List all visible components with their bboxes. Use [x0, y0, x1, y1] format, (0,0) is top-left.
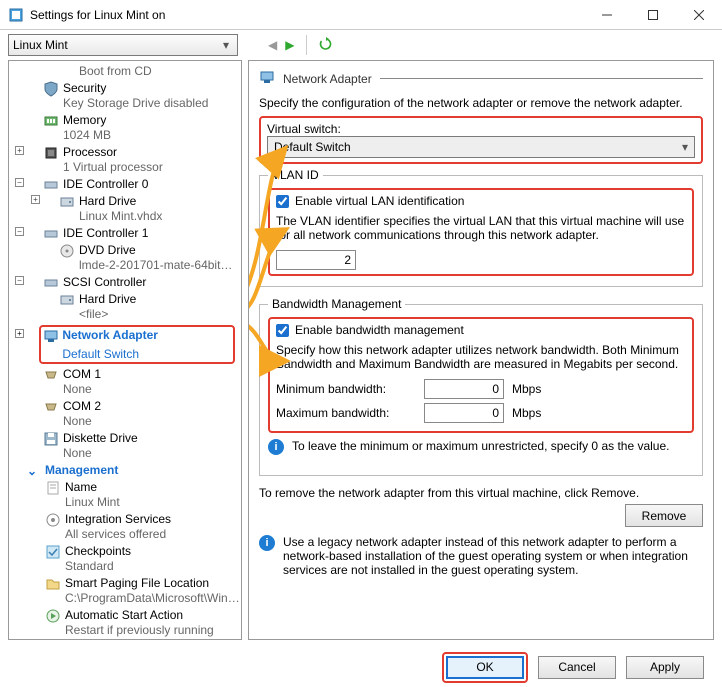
serial-port-icon	[43, 367, 59, 383]
vlan-legend: VLAN ID	[268, 168, 323, 182]
tree-item-com2[interactable]: COM 2 None	[9, 398, 241, 430]
settings-icon	[8, 7, 24, 23]
vlan-desc: The VLAN identifier specifies the virtua…	[276, 214, 686, 242]
tree-item-diskette[interactable]: Diskette Drive None	[9, 430, 241, 462]
info-icon: i	[268, 439, 284, 455]
controller-icon	[43, 226, 59, 242]
legacy-info: Use a legacy network adapter instead of …	[283, 535, 703, 577]
expand-icon[interactable]: +	[31, 195, 40, 204]
virtual-switch-label: Virtual switch:	[267, 122, 695, 136]
collapse-icon[interactable]: −	[15, 276, 24, 285]
shield-icon	[43, 81, 59, 97]
tree-item-memory[interactable]: Memory 1024 MB	[9, 112, 241, 144]
max-bandwidth-input[interactable]	[424, 403, 504, 423]
controller-icon	[43, 275, 59, 291]
cpu-icon	[43, 145, 59, 161]
remove-button[interactable]: Remove	[625, 504, 703, 527]
settings-tree[interactable]: Boot from CD Security Key Storage Drive …	[8, 60, 242, 640]
tree-item-integration[interactable]: Integration Services All services offere…	[9, 511, 241, 543]
vlan-enable-checkbox[interactable]: Enable virtual LAN identification	[276, 194, 686, 208]
tree-section-management[interactable]: ⌄ Management	[9, 462, 241, 479]
tree-item-ide0[interactable]: − IDE Controller 0	[9, 176, 241, 193]
tree-item-harddrive-0[interactable]: + Hard Drive Linux Mint.vhdx	[9, 193, 241, 225]
disc-icon	[59, 243, 75, 259]
tree-item-processor[interactable]: + Processor 1 Virtual processor	[9, 144, 241, 176]
virtual-switch-group: Virtual switch: Default Switch ▾	[259, 116, 703, 164]
floppy-icon	[43, 431, 59, 447]
tree-item-scsi[interactable]: − SCSI Controller	[9, 274, 241, 291]
tree-item-auto-start[interactable]: Automatic Start Action Restart if previo…	[9, 607, 241, 639]
harddrive-icon	[59, 194, 75, 210]
ok-button[interactable]: OK	[446, 656, 524, 679]
vlan-id-input[interactable]	[276, 250, 356, 270]
max-bandwidth-label: Maximum bandwidth:	[276, 406, 416, 420]
window-title: Settings for Linux Mint on	[30, 8, 165, 22]
tree-item-smart-paging[interactable]: Smart Paging File Location C:\ProgramDat…	[9, 575, 241, 607]
chevron-down-icon: ⌄	[27, 464, 37, 479]
refresh-icon[interactable]	[319, 37, 333, 54]
network-adapter-icon	[43, 328, 59, 347]
tree-item-dvddrive[interactable]: DVD Drive lmde-2-201701-mate-64bit…	[9, 242, 241, 274]
maximize-button[interactable]	[630, 0, 676, 30]
harddrive-icon	[59, 292, 75, 308]
nav-back-icon[interactable]: ◀	[268, 38, 277, 52]
memory-icon	[43, 113, 59, 129]
virtual-switch-combo[interactable]: Default Switch ▾	[267, 136, 695, 158]
controller-icon	[43, 177, 59, 193]
bandwidth-desc: Specify how this network adapter utilize…	[276, 343, 686, 371]
bandwidth-enable-input[interactable]	[276, 324, 289, 337]
chevron-down-icon: ▾	[682, 140, 688, 154]
chevron-down-icon: ▾	[219, 38, 233, 52]
expand-icon[interactable]: +	[15, 146, 24, 155]
close-button[interactable]	[676, 0, 722, 30]
main-panel: Network Adapter Specify the configuratio…	[248, 60, 714, 640]
name-icon	[45, 480, 61, 496]
vm-selector-combo[interactable]: Linux Mint ▾	[8, 34, 238, 56]
unit-label: Mbps	[512, 382, 541, 396]
info-icon: i	[259, 535, 275, 551]
cancel-button[interactable]: Cancel	[538, 656, 616, 679]
intro-text: Specify the configuration of the network…	[259, 96, 703, 110]
tree-item-name[interactable]: Name Linux Mint	[9, 479, 241, 511]
vlan-fieldset: VLAN ID Enable virtual LAN identificatio…	[259, 168, 703, 287]
autostart-icon	[45, 608, 61, 624]
min-bandwidth-input[interactable]	[424, 379, 504, 399]
tree-item-checkpoints[interactable]: Checkpoints Standard	[9, 543, 241, 575]
remove-desc: To remove the network adapter from this …	[259, 486, 703, 500]
bandwidth-info: To leave the minimum or maximum unrestri…	[292, 439, 669, 453]
unit-label: Mbps	[512, 406, 541, 420]
collapse-icon[interactable]: −	[15, 178, 24, 187]
nav-forward-icon[interactable]: ▶	[285, 38, 294, 52]
apply-button[interactable]: Apply	[626, 656, 704, 679]
tree-item-security[interactable]: Security Key Storage Drive disabled	[9, 80, 241, 112]
min-bandwidth-label: Minimum bandwidth:	[276, 382, 416, 396]
checkpoint-icon	[45, 544, 61, 560]
bandwidth-legend: Bandwidth Management	[268, 297, 405, 311]
minimize-button[interactable]	[584, 0, 630, 30]
collapse-icon[interactable]: −	[15, 227, 24, 236]
bandwidth-enable-checkbox[interactable]: Enable bandwidth management	[276, 323, 686, 337]
services-icon	[45, 512, 61, 528]
folder-icon	[45, 576, 61, 592]
divider	[306, 35, 307, 55]
tree-item-com1[interactable]: COM 1 None	[9, 366, 241, 398]
tree-item-ide1[interactable]: − IDE Controller 1	[9, 225, 241, 242]
divider	[380, 78, 703, 79]
serial-port-icon	[43, 399, 59, 415]
vm-selector-label: Linux Mint	[13, 38, 219, 52]
section-title: Network Adapter	[283, 72, 372, 86]
expand-icon[interactable]: +	[15, 329, 24, 338]
ok-button-highlight: OK	[442, 652, 528, 683]
tree-item-harddrive-1[interactable]: Hard Drive <file>	[9, 291, 241, 323]
vlan-enable-input[interactable]	[276, 195, 289, 208]
network-adapter-icon	[259, 69, 275, 88]
bandwidth-fieldset: Bandwidth Management Enable bandwidth ma…	[259, 297, 703, 476]
tree-item-network-adapter[interactable]: Network Adapter Default Switch	[39, 325, 235, 364]
tree-item-boot[interactable]: Boot from CD	[9, 63, 241, 80]
